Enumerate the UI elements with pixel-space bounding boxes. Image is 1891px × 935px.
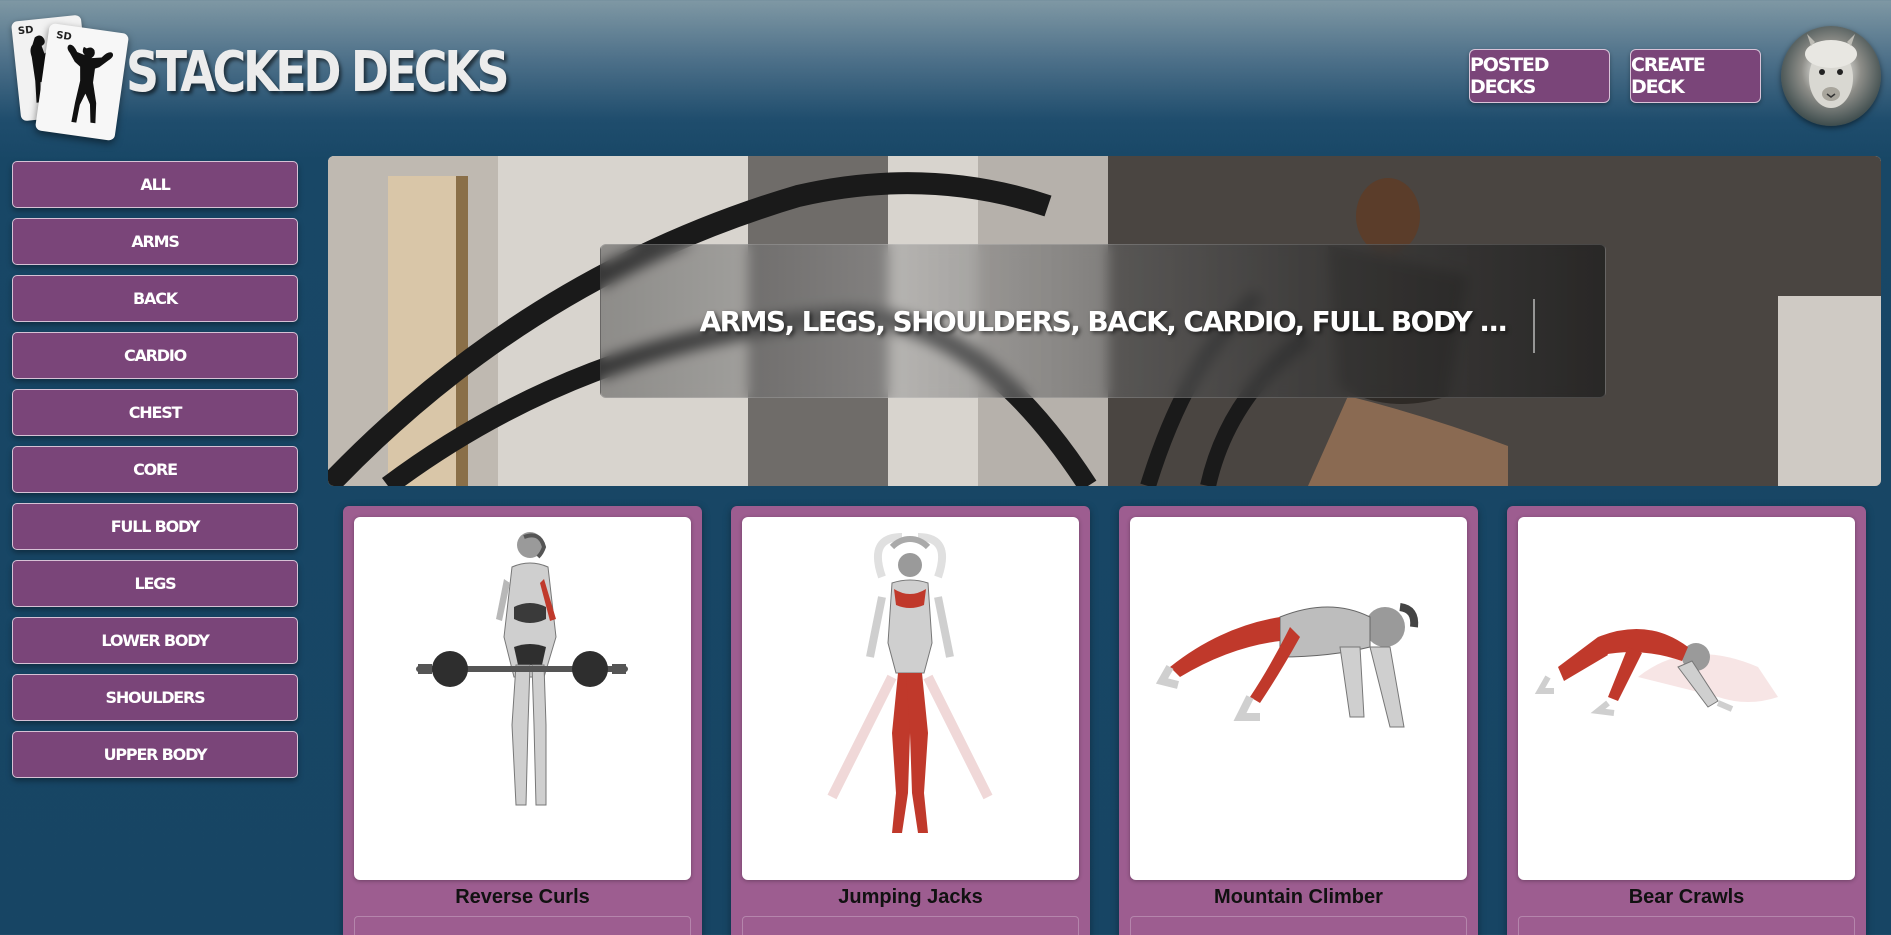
card-footer [1518,916,1855,935]
category-legs-button[interactable]: LEGS [12,560,298,607]
category-full-body-button[interactable]: FULL BODY [12,503,298,550]
exercise-image [354,517,691,880]
text-caret [1533,299,1535,353]
exercise-image [1130,517,1467,880]
category-lower-body-button[interactable]: LOWER BODY [12,617,298,664]
exercise-name: Reverse Curls [455,886,590,908]
category-shoulders-button[interactable]: SHOULDERS [12,674,298,721]
mountain-climber-icon [1155,603,1419,728]
logo-card-front: SD [34,22,130,142]
jumping-jacks-icon [827,533,993,833]
exercise-card-jumping-jacks[interactable]: Jumping Jacks [731,506,1090,935]
exercise-image [1518,517,1855,880]
alpaca-photo [1805,34,1857,108]
hero-tagline: ARMS, LEGS, SHOULDERS, BACK, CARDIO, FUL… [699,304,1508,338]
logo-icon[interactable]: SD SD [10,14,130,142]
category-sidebar: ALL ARMS BACK CARDIO CHEST CORE FULL BOD… [12,161,298,788]
posted-decks-button[interactable]: POSTED DECKS [1469,49,1610,103]
exercise-card-grid: Reverse Curls Jumping Jacks Mountain Cli… [343,506,1866,935]
card-footer [354,916,691,935]
card-footer [1130,916,1467,935]
category-back-button[interactable]: BACK [12,275,298,322]
category-arms-button[interactable]: ARMS [12,218,298,265]
category-chest-button[interactable]: CHEST [12,389,298,436]
category-cardio-button[interactable]: CARDIO [12,332,298,379]
card-footer [742,916,1079,935]
category-core-button[interactable]: CORE [12,446,298,493]
bodybuilder-icon [67,44,114,124]
brand-title[interactable]: STACKED DECKS [126,38,510,108]
hero-banner: ARMS, LEGS, SHOULDERS, BACK, CARDIO, FUL… [328,156,1881,486]
category-all-button[interactable]: ALL [12,161,298,208]
create-deck-button[interactable]: CREATE DECK [1630,49,1761,103]
exercise-card-reverse-curls[interactable]: Reverse Curls [343,506,702,935]
exercise-name: Bear Crawls [1628,886,1745,908]
exercise-card-bear-crawls[interactable]: Bear Crawls [1507,506,1866,935]
exercise-card-mountain-climber[interactable]: Mountain Climber [1119,506,1478,935]
exercise-name: Jumping Jacks [838,886,983,908]
exercise-name: Mountain Climber [1214,886,1383,908]
hero-search-overlay[interactable]: ARMS, LEGS, SHOULDERS, BACK, CARDIO, FUL… [600,244,1606,398]
user-avatar-icon[interactable] [1781,26,1881,126]
category-upper-body-button[interactable]: UPPER BODY [12,731,298,778]
header: SD SD STACKED DECKS POSTED DECKS CREATE … [0,0,1891,150]
exercise-image [742,517,1079,880]
barbell-exercise-icon [416,532,628,806]
bear-crawl-icon [1534,629,1778,716]
